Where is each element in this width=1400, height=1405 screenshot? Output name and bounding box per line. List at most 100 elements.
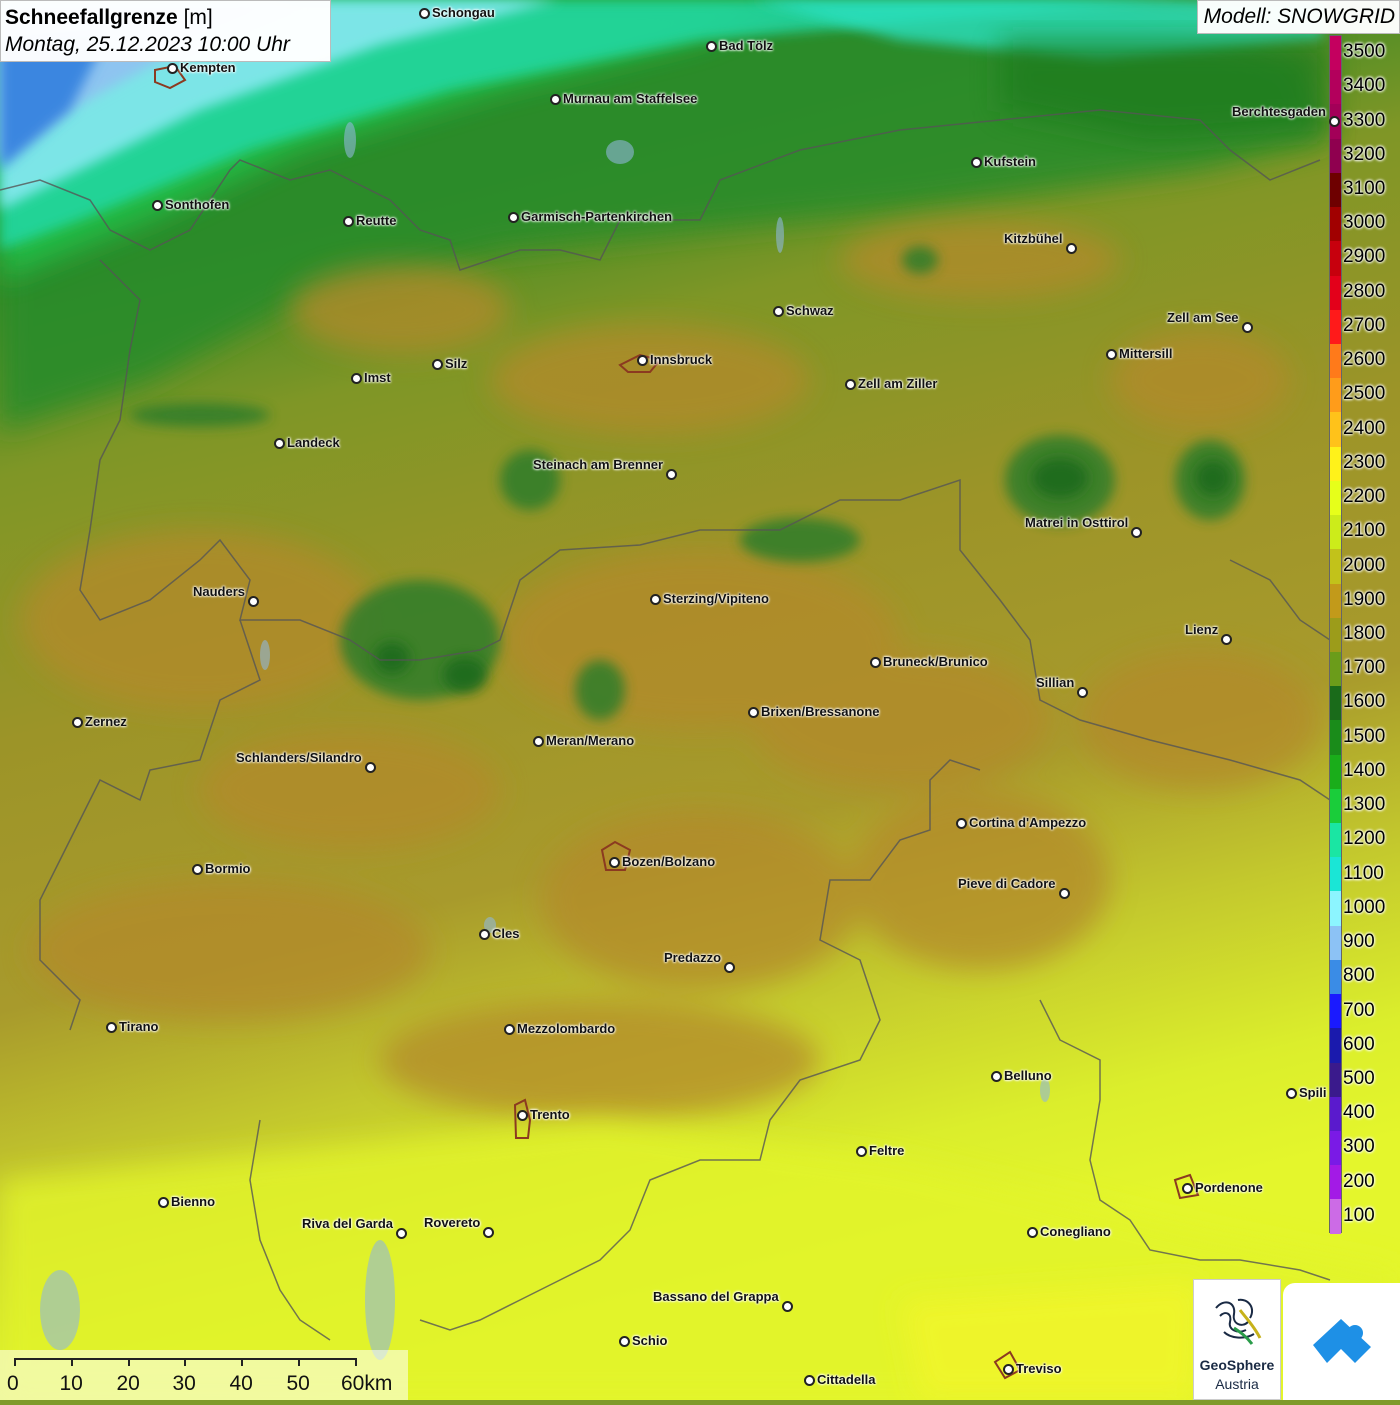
city-label: Treviso bbox=[1016, 1361, 1062, 1376]
city-label: Belluno bbox=[1004, 1068, 1052, 1083]
city-marker[interactable] bbox=[517, 1110, 528, 1121]
city-marker[interactable] bbox=[1077, 687, 1088, 698]
legend-label: 1000 bbox=[1343, 896, 1386, 918]
city-label: Trento bbox=[530, 1107, 570, 1122]
city-marker[interactable] bbox=[619, 1336, 630, 1347]
scale-label: 30 bbox=[172, 1372, 196, 1395]
legend-swatch bbox=[1330, 172, 1341, 208]
city-label: Conegliano bbox=[1040, 1224, 1111, 1239]
city-label: Bassano del Grappa bbox=[653, 1289, 779, 1304]
city-marker[interactable] bbox=[432, 359, 443, 370]
city-marker[interactable] bbox=[1242, 322, 1253, 333]
legend-label: 3200 bbox=[1343, 143, 1386, 165]
city-marker[interactable] bbox=[804, 1375, 815, 1386]
geosphere-logo[interactable]: GeoSphere Austria bbox=[1193, 1279, 1281, 1400]
city-marker[interactable] bbox=[504, 1024, 515, 1035]
city-marker[interactable] bbox=[343, 216, 354, 227]
city-marker[interactable] bbox=[533, 736, 544, 747]
city-marker[interactable] bbox=[1131, 527, 1142, 538]
city-marker[interactable] bbox=[748, 707, 759, 718]
legend-label: 600 bbox=[1343, 1033, 1375, 1055]
legend-label: 2500 bbox=[1343, 383, 1386, 405]
legend-label: 1300 bbox=[1343, 794, 1386, 816]
city-marker[interactable] bbox=[637, 355, 648, 366]
color-legend bbox=[1329, 35, 1342, 1234]
city-marker[interactable] bbox=[609, 857, 620, 868]
city-label: Sillian bbox=[1036, 675, 1075, 690]
city-marker[interactable] bbox=[1003, 1364, 1014, 1375]
city-marker[interactable] bbox=[1329, 116, 1340, 127]
city-marker[interactable] bbox=[1286, 1088, 1297, 1099]
city-label: Murnau am Staffelsee bbox=[563, 91, 698, 106]
city-marker[interactable] bbox=[650, 594, 661, 605]
legend-swatch bbox=[1330, 70, 1341, 105]
city-label: Kempten bbox=[180, 60, 236, 75]
city-marker[interactable] bbox=[870, 657, 881, 668]
legend-label: 1600 bbox=[1343, 691, 1386, 713]
legend-swatch bbox=[1330, 1062, 1341, 1097]
city-label: Kufstein bbox=[984, 154, 1036, 169]
city-marker[interactable] bbox=[1221, 634, 1232, 645]
city-label: Landeck bbox=[287, 435, 340, 450]
city-marker[interactable] bbox=[192, 864, 203, 875]
legend-label: 3100 bbox=[1343, 178, 1386, 200]
city-marker[interactable] bbox=[1059, 888, 1070, 899]
legend-label: 2100 bbox=[1343, 520, 1386, 542]
city-marker[interactable] bbox=[845, 379, 856, 390]
legend-swatch bbox=[1330, 412, 1341, 447]
legend-label: 1900 bbox=[1343, 588, 1386, 610]
app-logo[interactable] bbox=[1283, 1283, 1400, 1400]
city-marker[interactable] bbox=[248, 596, 259, 607]
city-marker[interactable] bbox=[419, 8, 430, 19]
city-marker[interactable] bbox=[666, 469, 677, 480]
city-marker[interactable] bbox=[1106, 349, 1117, 360]
city-marker[interactable] bbox=[483, 1227, 494, 1238]
city-label: Zernez bbox=[85, 714, 127, 729]
city-marker[interactable] bbox=[1182, 1183, 1193, 1194]
scale-label: 0 bbox=[7, 1372, 19, 1395]
legend-swatch bbox=[1330, 1199, 1341, 1234]
legend-label: 400 bbox=[1343, 1102, 1375, 1124]
city-marker[interactable] bbox=[991, 1071, 1002, 1082]
city-marker[interactable] bbox=[479, 929, 490, 940]
city-marker[interactable] bbox=[274, 438, 285, 449]
legend-swatch bbox=[1330, 309, 1341, 344]
legend-label: 500 bbox=[1343, 1067, 1375, 1089]
city-label: Rovereto bbox=[424, 1215, 481, 1230]
city-marker[interactable] bbox=[971, 157, 982, 168]
legend-swatch bbox=[1330, 241, 1341, 276]
city-label: Bienno bbox=[171, 1194, 216, 1209]
legend-swatch bbox=[1330, 788, 1341, 824]
legend-swatch bbox=[1330, 686, 1341, 721]
legend-label: 800 bbox=[1343, 965, 1375, 987]
city-label: Kitzbühel bbox=[1004, 231, 1063, 246]
legend-label: 3500 bbox=[1343, 41, 1386, 63]
city-marker[interactable] bbox=[351, 373, 362, 384]
legend-label: 2300 bbox=[1343, 451, 1386, 473]
city-marker[interactable] bbox=[508, 212, 519, 223]
city-marker[interactable] bbox=[856, 1146, 867, 1157]
scale-tick bbox=[298, 1358, 300, 1366]
city-label: Garmisch-Partenkirchen bbox=[521, 209, 673, 224]
city-marker[interactable] bbox=[158, 1197, 169, 1208]
city-marker[interactable] bbox=[152, 200, 163, 211]
map-title-box: Schneefallgrenze [m] Montag, 25.12.2023 … bbox=[0, 0, 331, 62]
legend-label: 2700 bbox=[1343, 314, 1386, 336]
city-label: Tirano bbox=[119, 1019, 159, 1034]
city-marker[interactable] bbox=[706, 41, 717, 52]
city-marker[interactable] bbox=[72, 717, 83, 728]
city-marker[interactable] bbox=[365, 762, 376, 773]
city-marker[interactable] bbox=[956, 818, 967, 829]
city-marker[interactable] bbox=[1027, 1227, 1038, 1238]
city-marker[interactable] bbox=[1066, 243, 1077, 254]
city-marker[interactable] bbox=[106, 1022, 117, 1033]
city-marker[interactable] bbox=[396, 1228, 407, 1239]
city-marker[interactable] bbox=[773, 306, 784, 317]
city-marker[interactable] bbox=[550, 94, 561, 105]
geosphere-country: Austria bbox=[1215, 1376, 1259, 1392]
city-marker[interactable] bbox=[724, 962, 735, 973]
city-marker[interactable] bbox=[782, 1301, 793, 1312]
city-marker[interactable] bbox=[167, 63, 178, 74]
legend-swatch bbox=[1330, 891, 1341, 926]
geosphere-name: GeoSphere bbox=[1199, 1357, 1275, 1373]
